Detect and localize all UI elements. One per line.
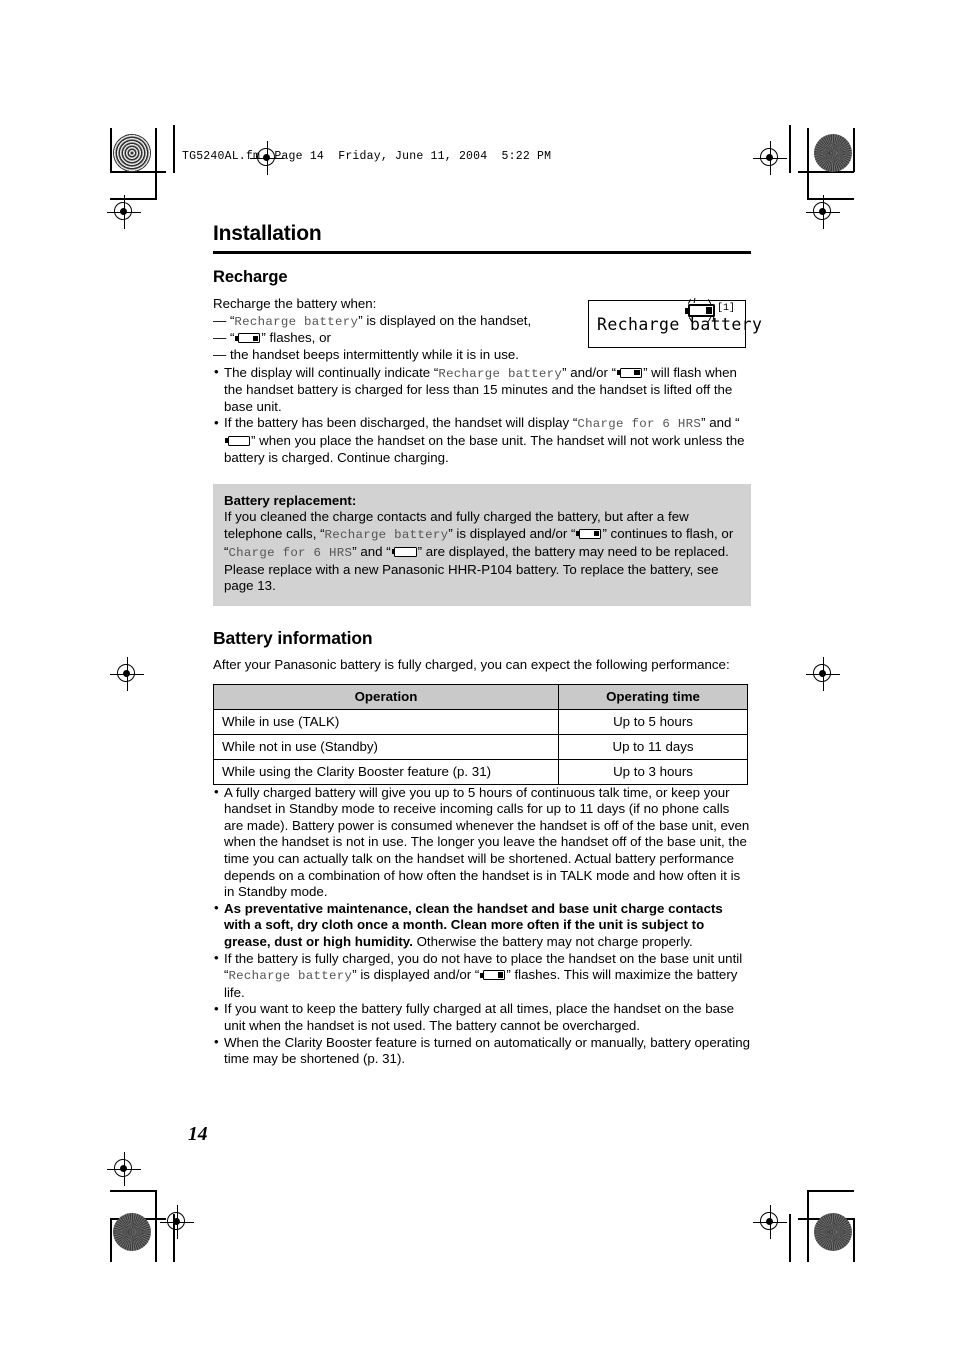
callout-b: ” is displayed and/or “ xyxy=(448,525,576,541)
registration-mark-right-middle xyxy=(806,657,840,691)
battery-info-bullet-3-b: ” is displayed and/or “ xyxy=(352,967,480,983)
registration-mark-left-middle xyxy=(110,657,144,691)
battery-info-bullet-5: When the Clarity Booster feature is turn… xyxy=(213,1034,751,1068)
recharge-bullet-2-c: ” when you place the handset on the base… xyxy=(224,432,745,465)
recharge-battery-message-2: Recharge battery xyxy=(438,366,563,381)
registration-mark-right-upper xyxy=(806,195,840,229)
table-header-operating-time: Operating time xyxy=(558,683,748,710)
section-heading-recharge: Recharge xyxy=(213,268,288,287)
registration-mark-right-lower xyxy=(753,1205,787,1239)
battery-replacement-callout: Battery replacement: If you cleaned the … xyxy=(213,484,751,607)
registration-mark-bottom-left xyxy=(160,1205,194,1239)
battery-info-bullet-3: If the battery is fully charged, you do … xyxy=(213,950,751,1002)
recharge-bullet-2: If the battery has been discharged, the … xyxy=(213,415,751,466)
recharge-bullet-1-a: The display will continually indicate “ xyxy=(224,364,439,380)
recharge-bullet-1: The display will continually indicate “R… xyxy=(213,364,751,416)
recharge-bullet-list: The display will continually indicate “R… xyxy=(213,364,751,467)
recharge-bullet-1-b: ” and/or “ xyxy=(562,364,617,380)
registration-blob-top-right xyxy=(814,134,852,172)
callout-body: If you cleaned the charge contacts and f… xyxy=(224,509,740,595)
recharge-bullet-2-a: If the battery has been discharged, the … xyxy=(224,415,578,431)
recharge-dash-item-3: — the handset beeps intermittently while… xyxy=(213,346,519,362)
recharge-battery-message-4: Recharge battery xyxy=(228,969,353,984)
callout-d: ” and “ xyxy=(352,543,391,559)
table-cell-time: Up to 3 hours xyxy=(558,758,748,785)
table-cell-operation: While in use (TALK) xyxy=(213,708,559,735)
table-row: While in use (TALK) Up to 5 hours xyxy=(213,708,748,735)
battery-info-bullet-4: If you want to keep the battery fully ch… xyxy=(213,1001,751,1034)
battery-low-icon xyxy=(617,367,643,378)
battery-info-intro: After your Panasonic battery is fully ch… xyxy=(213,657,730,673)
table-cell-operation: While not in use (Standby) xyxy=(213,733,559,760)
table-row: While using the Clarity Booster feature … xyxy=(213,758,748,785)
recharge-battery-message-3: Recharge battery xyxy=(324,527,449,542)
recharge-intro: Recharge the battery when: xyxy=(213,296,377,312)
table-header-operation: Operation xyxy=(213,683,559,710)
page-content: Installation Recharge Recharge the batte… xyxy=(213,222,751,1068)
battery-empty-icon xyxy=(391,546,417,557)
battery-information-table: Operation Operating time While in use (T… xyxy=(213,683,748,785)
title-rule xyxy=(213,251,751,255)
battery-low-icon xyxy=(480,970,506,981)
recharge-dash-item-1: — “Recharge battery”” is displayed on th… xyxy=(213,312,532,329)
charge-for-6hrs-message: Charge for 6 HRS xyxy=(577,417,702,432)
table-row: While not in use (Standby) Up to 11 days xyxy=(213,733,748,760)
table-cell-time: Up to 11 days xyxy=(558,733,748,760)
charge-for-6hrs-message-2: Charge for 6 HRS xyxy=(228,545,353,560)
registration-blob-bottom-left xyxy=(113,1213,151,1251)
battery-low-icon xyxy=(235,333,261,344)
registration-mark-left-lower xyxy=(107,1152,141,1186)
registration-blob-top-left xyxy=(113,134,151,172)
registration-blob-bottom-right xyxy=(814,1213,852,1251)
registration-mark-top-right xyxy=(753,141,787,175)
battery-info-bullet-2-rest: Otherwise the battery may not charge pro… xyxy=(412,934,693,950)
callout-title: Battery replacement: xyxy=(224,493,357,509)
battery-empty-icon xyxy=(225,435,250,446)
fm-file-header: TG5240AL.fm Page 14 Friday, June 11, 200… xyxy=(182,150,552,163)
registration-mark-left-upper xyxy=(107,195,141,229)
recharge-battery-message: Recharge battery xyxy=(234,314,359,329)
battery-info-bullet-list: A fully charged battery will give you up… xyxy=(213,784,751,1068)
page-number: 14 xyxy=(188,1124,208,1145)
table-cell-operation: While using the Clarity Booster feature … xyxy=(213,758,559,785)
chapter-title: Installation xyxy=(213,222,322,245)
recharge-dash-item-2: — “” flashes, or xyxy=(213,330,331,346)
table-header-row: Operation Operating time xyxy=(213,683,748,710)
table-cell-time: Up to 5 hours xyxy=(558,708,748,735)
battery-info-bullet-2: As preventative maintenance, clean the h… xyxy=(213,900,751,951)
recharge-bullet-2-b: ” and “ xyxy=(701,415,740,431)
battery-low-icon xyxy=(576,528,602,539)
section-heading-battery-information: Battery information xyxy=(213,628,373,649)
battery-info-bullet-1: A fully charged battery will give you up… xyxy=(213,784,751,901)
